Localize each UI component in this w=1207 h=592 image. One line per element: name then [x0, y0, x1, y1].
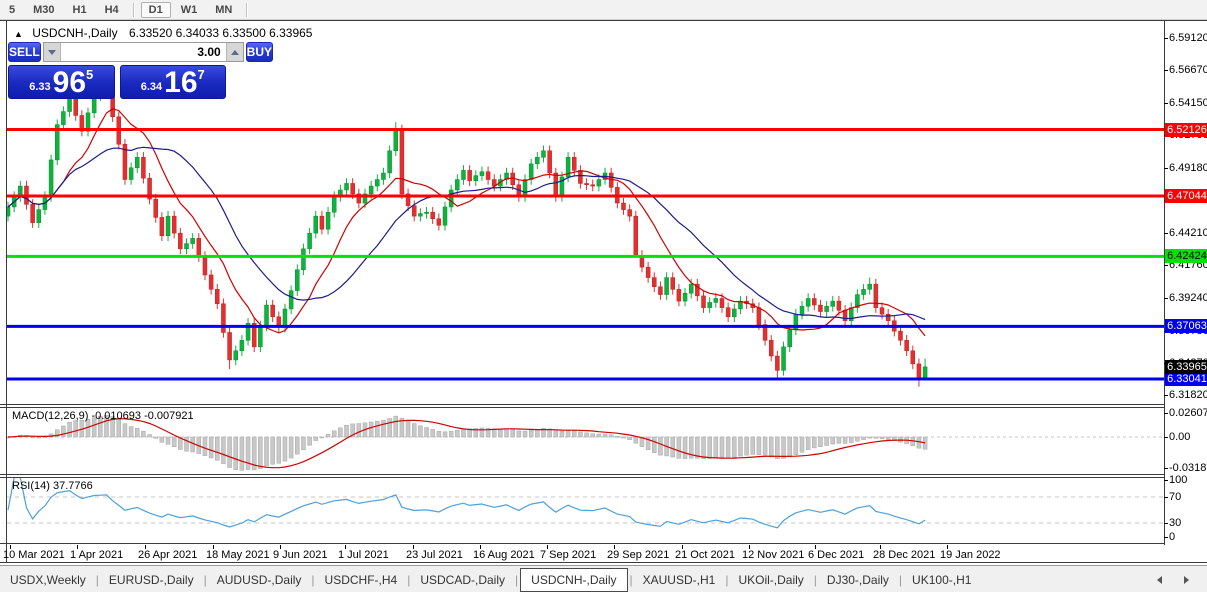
chart-tabs: USDX,Weekly|EURUSD-,Daily|AUDUSD-,Daily|…: [0, 566, 981, 592]
price-badge-6-33041: 6.33041: [1165, 372, 1207, 386]
date-axis-label: 21 Oct 2021: [675, 549, 735, 561]
price-badge-6-52126: 6.52126: [1165, 123, 1207, 137]
date-axis-label: 16 Aug 2021: [473, 549, 535, 561]
collapse-icon[interactable]: ▲: [14, 29, 23, 39]
volume-input[interactable]: [61, 43, 226, 61]
tab-scroll-right-icon[interactable]: [1184, 576, 1189, 584]
trading-platform-window: 5M30H1H4D1W1MN ▲ USDCNH-,Daily 6.33520 6…: [0, 0, 1207, 592]
price-badge-6-37063: 6.37063: [1165, 319, 1207, 333]
tab-usdcnh-daily[interactable]: USDCNH-,Daily: [520, 568, 627, 592]
axis-tick: [1164, 523, 1168, 524]
price-axis-label: 6.59120: [1169, 32, 1207, 44]
tab-eurusd-daily[interactable]: EURUSD-,Daily: [99, 568, 204, 592]
rsi-line: [8, 478, 925, 528]
date-axis-label: 29 Sep 2021: [607, 549, 669, 561]
ma-fast-line: [8, 109, 925, 336]
buy-price-display[interactable]: 6.34 16 7: [120, 65, 227, 99]
macd-scale-label: 0.02607: [1169, 407, 1207, 419]
volume-increase-button[interactable]: [226, 43, 243, 61]
macd-scale-label: -0.03187: [1169, 462, 1207, 474]
date-axis-label: 7 Sep 2021: [540, 549, 596, 561]
axis-tick: [1164, 395, 1168, 396]
chart-tab-bar: USDX,Weekly|EURUSD-,Daily|AUDUSD-,Daily|…: [0, 565, 1207, 592]
axis-tick: [1164, 38, 1168, 39]
axis-tick: [1164, 70, 1168, 71]
chart-ohlc-values: 6.33520 6.34033 6.33500 6.33965: [129, 26, 313, 40]
macd-scale-label: 0.00: [1169, 431, 1190, 443]
price-badge-6-42424: 6.42424: [1165, 249, 1207, 263]
volume-stepper: [43, 42, 244, 62]
chart-symbol-label: USDCNH-,Daily: [32, 26, 117, 40]
tab-usdcad-daily[interactable]: USDCAD-,Daily: [410, 568, 515, 592]
sell-price-prefix: 6.33: [29, 81, 50, 93]
axis-tick: [1164, 233, 1168, 234]
price-badge-6-47044: 6.47044: [1165, 189, 1207, 203]
tab-usdx-weekly[interactable]: USDX,Weekly: [0, 568, 96, 592]
rsi-scale-label: 30: [1169, 517, 1181, 529]
axis-tick: [1164, 497, 1168, 498]
axis-tick: [1164, 103, 1168, 104]
tab-scroll-controls: [1157, 576, 1207, 584]
price-axis-label: 6.39240: [1169, 292, 1207, 304]
sell-price-big: 96: [53, 68, 86, 98]
axis-tick: [1164, 413, 1168, 414]
axis-tick: [1164, 265, 1168, 266]
price-axis-label: 6.49180: [1169, 162, 1207, 174]
rsi-scale-label: 70: [1169, 491, 1181, 503]
buy-price-pip: 7: [198, 67, 205, 82]
buy-price-big: 16: [164, 68, 197, 98]
tab-usdchf-h4[interactable]: USDCHF-,H4: [315, 568, 408, 592]
volume-decrease-button[interactable]: [44, 43, 61, 61]
axis-tick: [1164, 468, 1168, 469]
price-axis-label: 6.56670: [1169, 64, 1207, 76]
date-axis-label: 26 Apr 2021: [138, 549, 197, 561]
price-axis-label: 6.31820: [1169, 389, 1207, 401]
date-axis-label: 9 Jun 2021: [273, 549, 327, 561]
rsi-indicator-label: RSI(14) 37.7766: [12, 480, 93, 492]
one-click-trading-panel: SELL BUY 6.33 96 5 6.34 16 7: [8, 42, 226, 99]
date-axis-label: 1 Jul 2021: [338, 549, 389, 561]
arrow-up-icon: [231, 50, 239, 55]
axis-tick: [1164, 537, 1168, 538]
price-axis-label: 6.54150: [1169, 97, 1207, 109]
date-axis-label: 6 Dec 2021: [808, 549, 864, 561]
buy-button[interactable]: BUY: [246, 42, 273, 62]
chart-title: ▲ USDCNH-,Daily 6.33520 6.34033 6.33500 …: [14, 26, 312, 40]
moving-averages-layer: [8, 109, 925, 336]
date-axis-label: 28 Dec 2021: [873, 549, 935, 561]
rsi-scale-label: 100: [1169, 474, 1187, 486]
sell-button[interactable]: SELL: [8, 42, 41, 62]
axis-tick: [1164, 168, 1168, 169]
price-axis-label: 6.44210: [1169, 227, 1207, 239]
sell-price-display[interactable]: 6.33 96 5: [8, 65, 115, 99]
tab-scroll-left-icon[interactable]: [1157, 576, 1162, 584]
sell-price-pip: 5: [86, 67, 93, 82]
tab-uk100-h1[interactable]: UK100-,H1: [902, 568, 981, 592]
date-axis-label: 19 Jan 2022: [940, 549, 1001, 561]
rsi-layer: [7, 478, 1164, 528]
axis-tick: [1164, 480, 1168, 481]
tab-separator: |: [515, 573, 518, 587]
date-axis-label: 10 Mar 2021: [3, 549, 65, 561]
tab-xauusd-h1[interactable]: XAUUSD-,H1: [633, 568, 726, 592]
tab-audusd-daily[interactable]: AUDUSD-,Daily: [207, 568, 312, 592]
date-axis-label: 12 Nov 2021: [742, 549, 804, 561]
rsi-scale-label: 0: [1169, 531, 1175, 543]
arrow-down-icon: [48, 50, 56, 55]
macd-histogram: [6, 415, 1164, 470]
date-axis-label: 1 Apr 2021: [70, 549, 123, 561]
tab-dj30-daily[interactable]: DJ30-,Daily: [817, 568, 899, 592]
macd-indicator-label: MACD(12,26,9) -0.010693 -0.007921: [12, 410, 194, 422]
date-axis-label: 18 May 2021: [206, 549, 270, 561]
current-price-badge: 6.33965: [1165, 360, 1207, 374]
tab-ukoil-daily[interactable]: UKOil-,Daily: [728, 568, 813, 592]
date-axis-label: 23 Jul 2021: [406, 549, 463, 561]
axis-tick: [1164, 298, 1168, 299]
buy-price-prefix: 6.34: [141, 81, 162, 93]
axis-tick: [1164, 437, 1168, 438]
